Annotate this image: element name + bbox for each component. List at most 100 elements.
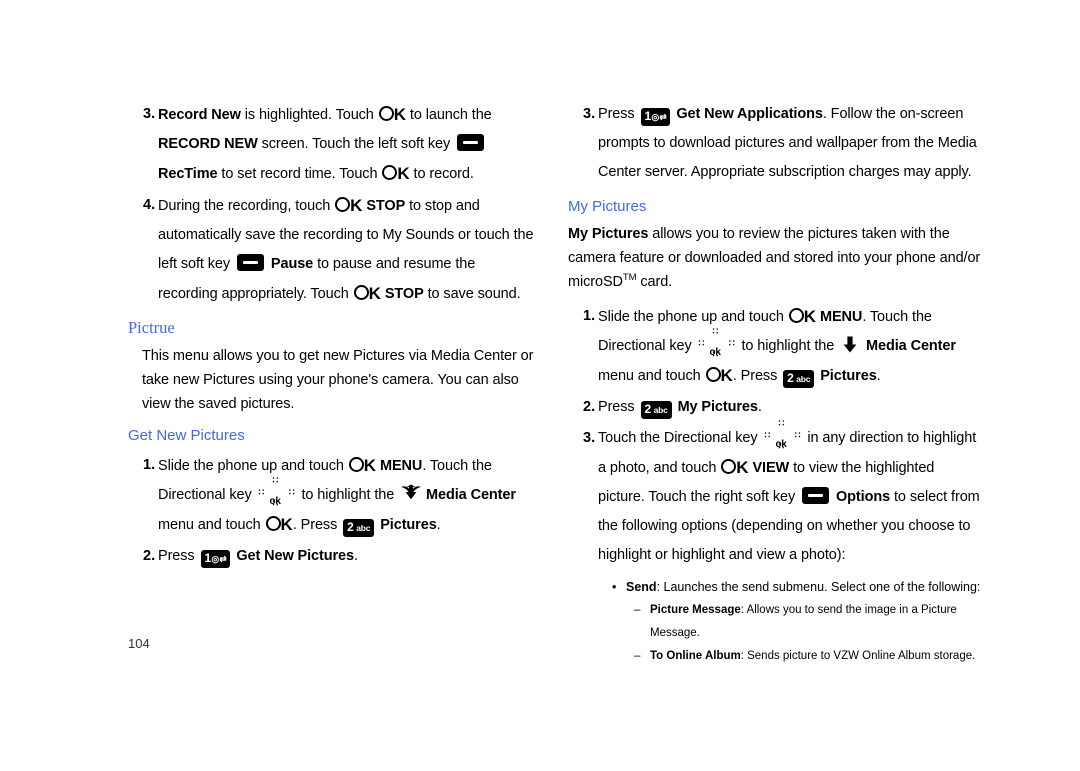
right-step-list-top: 3. Press 1◎⇄ Get New Applications. Follow…	[568, 100, 983, 187]
emphasis-text: VIEW	[748, 460, 790, 476]
bullet-text: Picture Message: Allows you to send the …	[650, 604, 957, 639]
emphasis-text: Get New Applications	[676, 106, 823, 122]
key-2-abc-icon: 2 abc	[783, 370, 815, 388]
ok-key-icon: K	[381, 159, 410, 189]
key-1-icon: 1◎⇄	[640, 108, 671, 126]
body-text: Slide the phone up and touch	[158, 458, 348, 474]
directional-key-icon: ∷ ∷ ok ∷ ∷	[698, 326, 735, 359]
bullet-marker: –	[634, 604, 641, 616]
body-text: card.	[636, 274, 673, 290]
sub-bullet-item: – To Online Album: Sends picture to VZW O…	[634, 645, 983, 668]
options-bullet-list: • Send: Launches the send submenu. Select…	[568, 576, 983, 668]
body-text: screen. Touch the left soft key	[257, 136, 455, 152]
bullet-text: To Online Album: Sends picture to VZW On…	[650, 650, 976, 662]
body-text: to launch the	[405, 107, 492, 123]
emphasis-text: My Pictures	[677, 399, 758, 415]
emphasis-text: MENU	[816, 309, 863, 325]
ok-circle-glyph	[788, 308, 804, 323]
soft-key-icon	[457, 134, 485, 151]
bullet-marker: –	[634, 650, 641, 662]
ok-k-glyph: K	[803, 307, 816, 326]
emphasis-text: Pause	[270, 256, 314, 272]
emphasis-text: Media Center	[866, 338, 956, 354]
step-number: 2.	[143, 548, 156, 564]
body-text: During the recording, touch	[158, 198, 335, 214]
emphasis-text: Options	[836, 489, 891, 505]
right-column: 3. Press 1◎⇄ Get New Applications. Follow…	[568, 100, 983, 668]
sub-bullet-item: – Picture Message: Allows you to send the…	[634, 599, 983, 645]
left-step-list-get-new-pictures: 1. Slide the phone up and touch K MENU. T…	[128, 451, 538, 571]
body-text: Press	[598, 399, 639, 415]
arrow-down-icon	[400, 484, 422, 504]
ok-circle-glyph	[353, 285, 369, 300]
bullet-text: Send: Launches the send submenu. Select …	[626, 580, 981, 594]
numbered-step: 3. Touch the Directional key ∷ ∷ ok ∷ ∷ in an…	[568, 418, 983, 570]
ok-k-glyph: K	[736, 458, 748, 477]
ok-circle-glyph	[721, 459, 737, 474]
ok-circle-glyph	[335, 197, 351, 212]
body-text: Slide the phone up and touch	[598, 309, 788, 325]
body-text: . Press	[732, 368, 782, 384]
body-text: to save sound.	[423, 286, 521, 302]
emphasis-text: RecTime	[158, 166, 218, 182]
soft-key-icon	[236, 254, 264, 271]
step-text: Press 1◎⇄ Get New Pictures.	[158, 542, 538, 571]
bullet-label: To Online Album	[650, 650, 741, 662]
body-text: .	[757, 399, 762, 415]
numbered-step: 2. Press 2 abc My Pictures.	[568, 393, 983, 422]
body-text: to highlight the	[737, 338, 839, 354]
emphasis-text: STOP	[380, 286, 424, 302]
ok-k-glyph: K	[720, 366, 733, 385]
my-pictures-intro-paragraph: My Pictures allows you to review the pic…	[568, 222, 983, 294]
arrow-down-icon	[840, 335, 860, 355]
bullet-label: Send	[626, 580, 657, 594]
ok-key-icon: K	[348, 451, 376, 481]
body-text: .	[876, 368, 881, 384]
bullet-marker: •	[612, 580, 617, 594]
ok-k-glyph: K	[363, 456, 376, 475]
left-step-list-top: 3. Record New is highlighted. Touch K to …	[128, 100, 538, 309]
body-text: is highlighted. Touch	[240, 107, 378, 123]
numbered-step: 1. Slide the phone up and touch K MENU. T…	[568, 302, 983, 391]
key-2-abc-icon: 2 abc	[640, 401, 672, 419]
step-number: 1.	[143, 457, 156, 473]
bullet-item: • Send: Launches the send submenu. Select…	[612, 576, 983, 599]
section-heading-picture: Pictrue	[128, 318, 175, 337]
ok-k-glyph: K	[280, 515, 293, 534]
step-text: During the recording, touch K STOP to st…	[158, 191, 538, 309]
body-text: menu and touch	[598, 368, 705, 384]
emphasis-text: MENU	[376, 458, 423, 474]
page-number: 104	[128, 636, 150, 651]
body-text: menu and touch	[158, 517, 265, 533]
body-text: Press	[598, 106, 639, 122]
step-text: Touch the Directional key ∷ ∷ ok ∷ ∷ in any …	[598, 418, 983, 570]
emphasis-text: Get New Pictures	[236, 548, 354, 564]
step-text: Slide the phone up and touch K MENU. Tou…	[598, 302, 983, 391]
step-number: 3.	[583, 430, 596, 446]
numbered-step: 4. During the recording, touch K STOP to …	[128, 191, 538, 309]
body-text: . Press	[292, 517, 342, 533]
directional-key-icon: ∷ ∷ ok ∷ ∷	[764, 418, 801, 451]
key-2-abc-icon: 2 abc	[343, 519, 375, 537]
body-text: .	[436, 517, 441, 533]
emphasis-text: Pictures	[380, 517, 437, 533]
directional-key-icon: ∷ ∷ ok ∷ ∷	[258, 475, 295, 508]
ok-key-icon: K	[378, 100, 406, 130]
ok-circle-glyph	[705, 367, 721, 382]
step-text: Slide the phone up and touch K MENU. Tou…	[158, 451, 538, 540]
ok-circle-glyph	[348, 457, 364, 472]
ok-key-icon: K	[720, 453, 749, 483]
emphasis-text: Media Center	[426, 487, 516, 503]
ok-key-icon: K	[788, 302, 816, 332]
ok-k-glyph: K	[368, 284, 381, 303]
step-number: 3.	[583, 106, 596, 122]
ok-key-icon: K	[353, 279, 381, 309]
emphasis-text: Pictures	[820, 368, 877, 384]
two-column-layout: 3. Record New is highlighted. Touch K to …	[0, 0, 1080, 771]
body-text: to record.	[409, 166, 474, 182]
ok-circle-glyph	[378, 106, 394, 121]
body-text: Press	[158, 548, 199, 564]
numbered-step: 3. Record New is highlighted. Touch K to …	[128, 100, 538, 189]
ok-k-glyph: K	[393, 105, 406, 124]
step-number: 4.	[143, 197, 156, 213]
